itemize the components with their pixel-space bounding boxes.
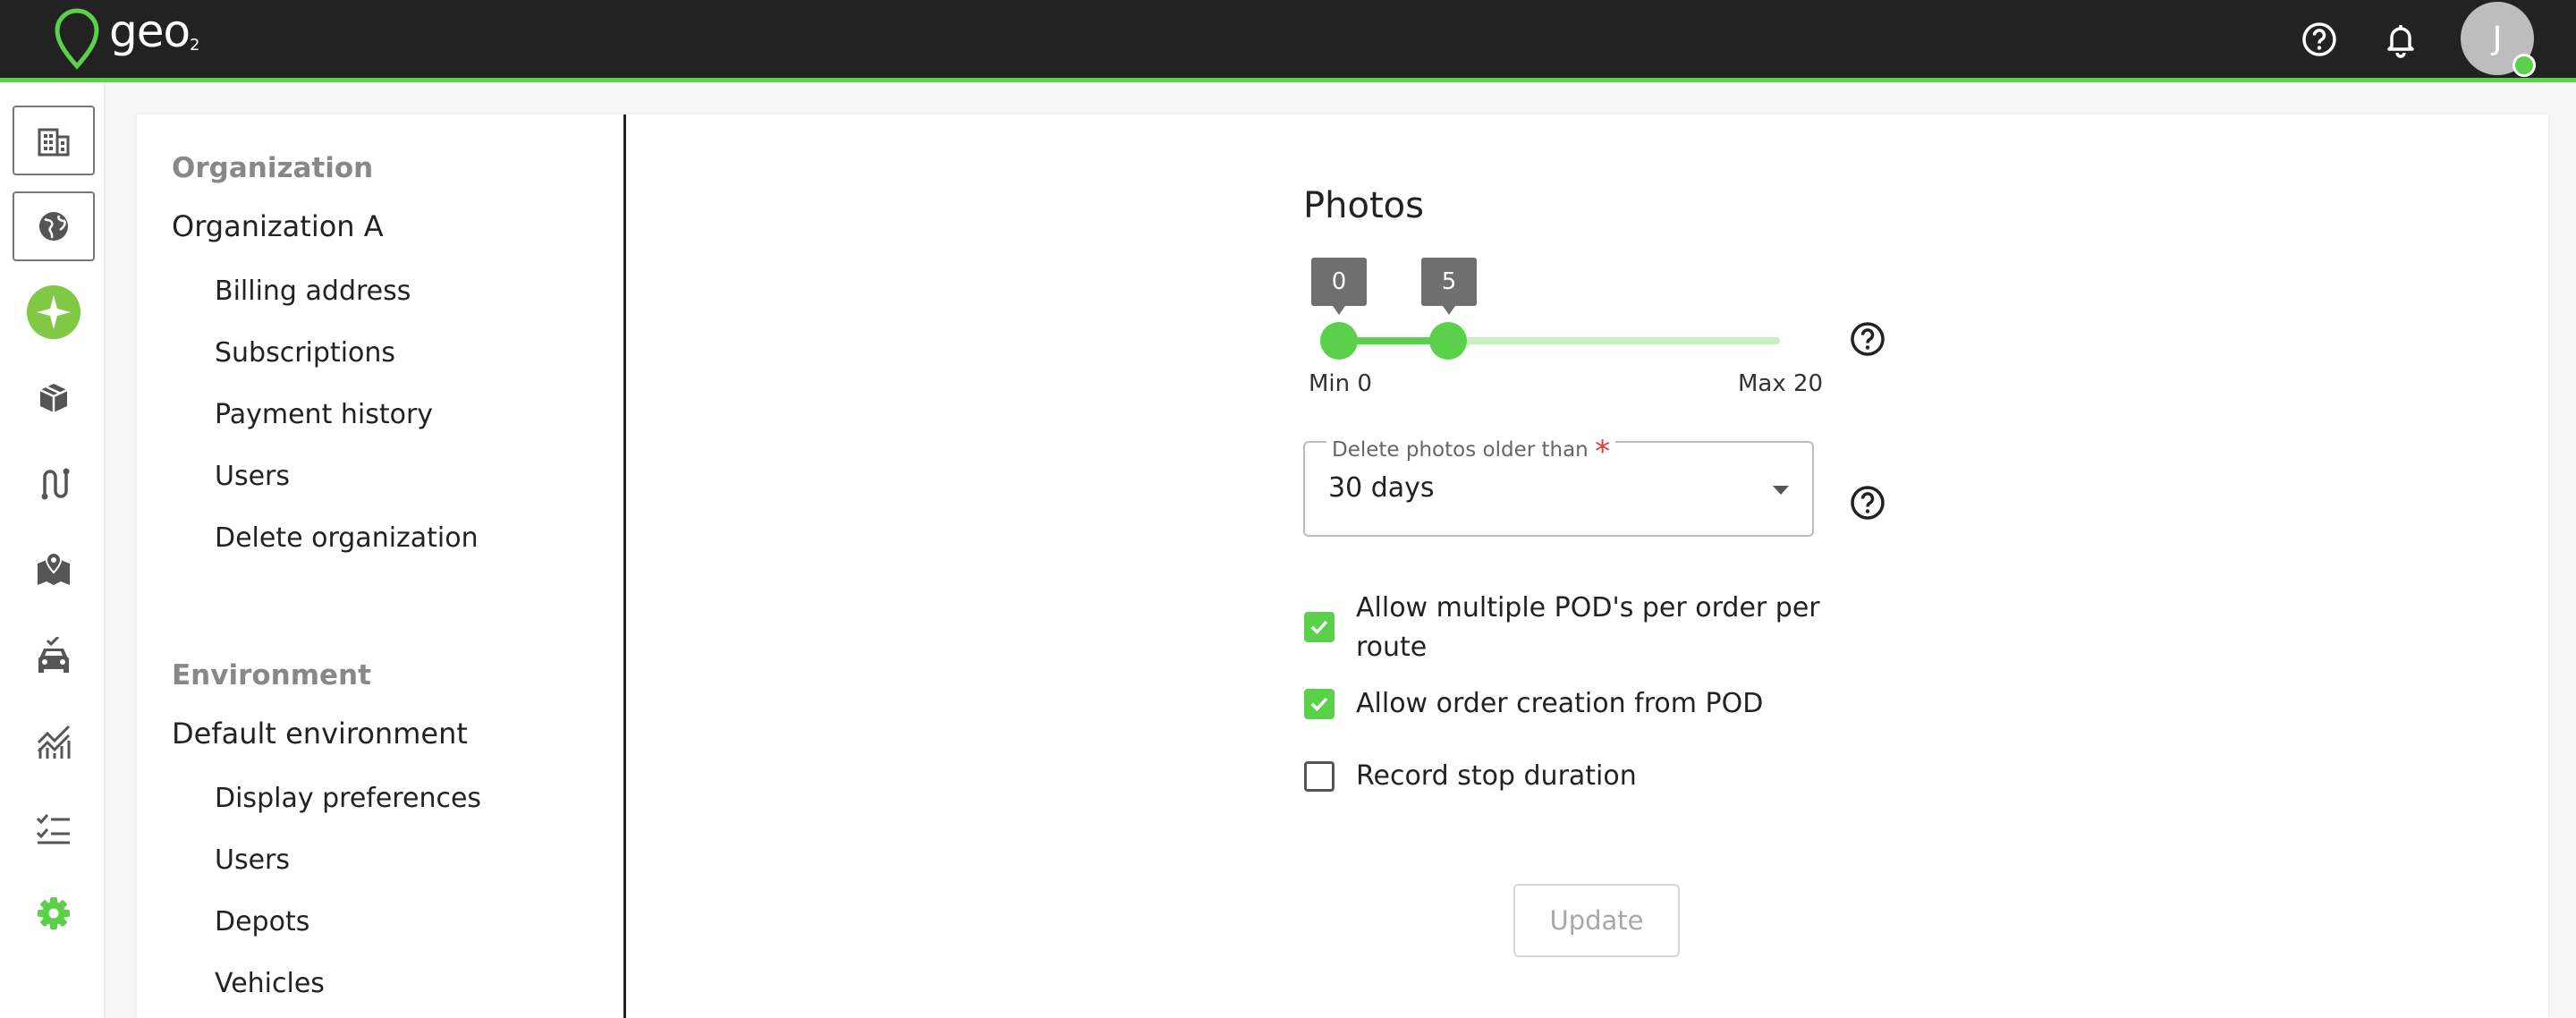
nav-item-billing-address[interactable]: Billing address <box>215 276 411 307</box>
settings-card: Organization Organization A Billing addr… <box>137 115 2548 1018</box>
checkmark-icon <box>1310 620 1328 635</box>
gear-icon <box>38 897 70 929</box>
slider-low-value-bubble: 0 <box>1311 258 1367 315</box>
nav-environment-name[interactable]: Default environment <box>172 717 468 751</box>
checklist-icon <box>36 814 70 844</box>
route-icon <box>41 468 70 500</box>
globe-icon <box>39 212 68 241</box>
delete-photos-value: 30 days <box>1328 472 1435 504</box>
online-status-dot <box>2512 54 2536 77</box>
settings-nav: Organization Organization A Billing addr… <box>137 115 626 1018</box>
left-rail <box>0 82 106 1018</box>
rail-routes-button[interactable] <box>13 449 95 519</box>
vehicle-icon <box>38 637 69 673</box>
checkmark-icon <box>1310 697 1328 712</box>
rail-environment-button[interactable] <box>13 191 95 261</box>
rail-vehicles-button[interactable] <box>13 621 95 691</box>
slider-help-icon[interactable] <box>1848 319 1887 359</box>
nav-item-subscriptions[interactable]: Subscriptions <box>215 337 395 369</box>
nav-item-vehicles[interactable]: Vehicles <box>215 968 325 999</box>
help-circle-icon[interactable] <box>2300 20 2339 59</box>
delete-photos-label: Delete photos older than * <box>1326 428 1616 470</box>
record-stop-label: Record stop duration <box>1356 760 1637 792</box>
rail-checklist-button[interactable] <box>13 793 95 862</box>
logo-text: geo <box>109 5 191 57</box>
multiple-pod-checkbox[interactable] <box>1304 612 1335 642</box>
order-from-pod-label: Allow order creation from POD <box>1356 688 1764 719</box>
nav-item-depots[interactable]: Depots <box>215 906 309 937</box>
nav-heading-environment: Environment <box>172 659 371 691</box>
analytics-icon <box>37 725 71 759</box>
nav-organization-name[interactable]: Organization A <box>172 209 384 243</box>
multiple-pod-label: Allow multiple POD's per order per route <box>1356 592 1820 663</box>
record-stop-checkbox[interactable] <box>1304 761 1335 792</box>
photos-section-title: Photos <box>1303 185 1424 226</box>
order-from-pod-checkbox[interactable] <box>1304 689 1335 719</box>
map-pin-icon <box>38 551 70 585</box>
bell-icon[interactable] <box>2381 20 2420 59</box>
dropdown-caret-icon <box>1773 486 1789 495</box>
slider-high-value-bubble: 5 <box>1421 258 1477 315</box>
delete-photos-select[interactable]: Delete photos older than * 30 days <box>1303 428 1814 537</box>
rail-settings-button[interactable] <box>13 878 95 948</box>
avatar-initial: J <box>2492 20 2503 57</box>
delete-photos-help-icon[interactable] <box>1848 483 1887 522</box>
rail-ai-button[interactable] <box>13 277 95 347</box>
nav-item-delete-organization[interactable]: Delete organization <box>215 522 479 554</box>
sparkle-icon <box>27 285 80 339</box>
nav-item-payment-history[interactable]: Payment history <box>215 399 433 430</box>
nav-item-org-users[interactable]: Users <box>215 461 290 492</box>
slider-low-thumb[interactable] <box>1320 322 1358 360</box>
required-asterisk: * <box>1595 434 1611 470</box>
building-icon <box>38 128 70 157</box>
rail-orders-button[interactable] <box>13 363 95 433</box>
logo-subscript: 2 <box>190 36 200 55</box>
top-bar: geo 2 J <box>0 0 2576 82</box>
nav-heading-organization: Organization <box>172 152 374 184</box>
slider-high-thumb[interactable] <box>1429 322 1467 360</box>
nav-item-display-preferences[interactable]: Display preferences <box>215 783 481 814</box>
update-button[interactable]: Update <box>1513 884 1680 957</box>
rail-organization-button[interactable] <box>13 106 95 175</box>
package-icon <box>39 384 68 412</box>
slider-max-label: Max 20 <box>1738 370 1824 397</box>
slider-min-label: Min 0 <box>1309 370 1372 397</box>
nav-item-env-users[interactable]: Users <box>215 844 290 876</box>
rail-map-button[interactable] <box>13 535 95 605</box>
rail-analytics-button[interactable] <box>13 707 95 776</box>
